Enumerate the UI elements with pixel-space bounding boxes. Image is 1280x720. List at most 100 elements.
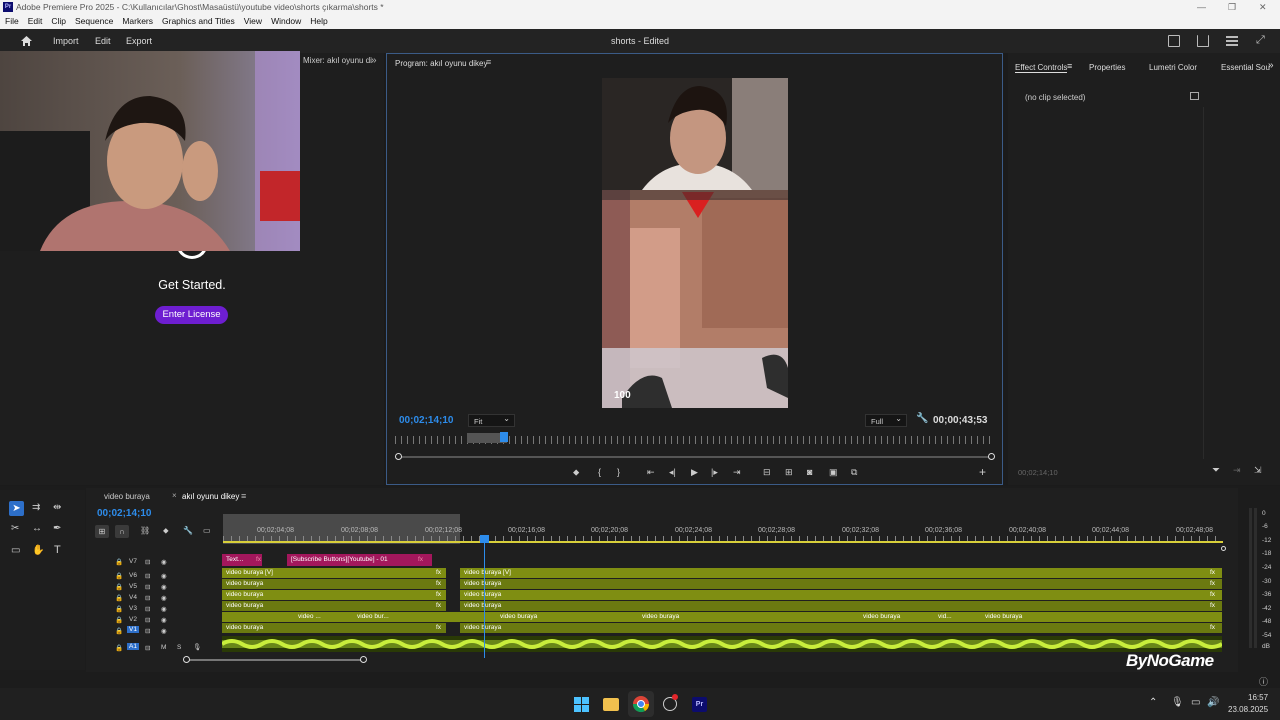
- volume-icon[interactable]: 🔊: [1207, 697, 1219, 708]
- chrome-taskbar-button[interactable]: [628, 691, 654, 717]
- playhead-marker[interactable]: [500, 432, 508, 442]
- lock-icon[interactable]: 🔒: [115, 583, 123, 591]
- scrollbar-handle-left[interactable]: [395, 453, 402, 460]
- clip-v6-left[interactable]: video buraya [V] fx: [222, 568, 446, 578]
- hand-tool-icon[interactable]: ✋: [32, 545, 44, 556]
- lock-icon[interactable]: 🔒: [115, 605, 123, 613]
- premiere-taskbar-icon[interactable]: Pr: [692, 697, 707, 712]
- panel-toggle-icon[interactable]: [1190, 92, 1199, 100]
- settings-wrench-icon[interactable]: 🔧: [183, 526, 193, 535]
- menu-view[interactable]: View: [239, 14, 266, 29]
- play-audio-icon[interactable]: ⇥: [1233, 465, 1241, 476]
- sync-icon[interactable]: ⊟: [145, 605, 150, 613]
- tab-sequence-akil-oyunu[interactable]: akıl oyunu dikey: [182, 492, 239, 501]
- panel-overflow-icon[interactable]: »: [371, 55, 377, 66]
- selection-tool-icon[interactable]: ➤: [9, 501, 24, 516]
- clock-time[interactable]: 16:57: [1248, 693, 1268, 702]
- track-label-v6[interactable]: V6: [129, 572, 137, 579]
- go-to-in-icon[interactable]: ⇤: [647, 467, 655, 478]
- clock-date[interactable]: 23.08.2025: [1228, 705, 1268, 714]
- sync-icon[interactable]: ⊟: [145, 616, 150, 624]
- program-timecode[interactable]: 00;02;14;10: [399, 415, 453, 426]
- comparison-icon[interactable]: ▣: [829, 467, 838, 478]
- pen-tool-icon[interactable]: ✒: [53, 523, 61, 534]
- vertical-scroll-handle[interactable]: [1221, 546, 1226, 551]
- zoom-fit-select[interactable]: Fit ⌄: [468, 414, 515, 427]
- sync-icon[interactable]: ⊟: [145, 572, 150, 580]
- mark-in-icon[interactable]: {: [598, 467, 601, 477]
- close-tab-icon[interactable]: ×: [172, 491, 177, 500]
- lock-icon[interactable]: 🔒: [115, 616, 123, 624]
- clip-v7-subscribe[interactable]: [Subscribe Buttons][Youtube] - 01 fx: [287, 554, 432, 566]
- panel-menu-icon[interactable]: ≡: [241, 491, 246, 501]
- zoom-scrollbar[interactable]: [397, 456, 992, 458]
- rectangle-tool-icon[interactable]: ▭: [11, 545, 20, 556]
- zoom-handle-right[interactable]: [360, 656, 367, 663]
- nest-toggle-icon[interactable]: ⊞: [95, 525, 109, 538]
- quality-select[interactable]: Full ⌄: [865, 414, 907, 427]
- fullscreen-icon[interactable]: ⤢: [1256, 34, 1265, 47]
- step-back-icon[interactable]: ◂|: [669, 467, 676, 478]
- track-label-v5[interactable]: V5: [129, 583, 137, 590]
- clip-v3-right[interactable]: video buraya fx: [460, 601, 1222, 611]
- audio-mixer-tab[interactable]: Mixer: akıl oyunu di: [303, 56, 372, 65]
- menu-graphics[interactable]: Graphics and Titles: [157, 14, 239, 29]
- network-icon[interactable]: ▭: [1191, 697, 1200, 708]
- menu-clip[interactable]: Clip: [46, 14, 70, 29]
- panel-overflow-icon[interactable]: »: [1268, 60, 1274, 71]
- clip-v1-left[interactable]: video buraya fx: [222, 623, 446, 633]
- go-to-out-icon[interactable]: ⇥: [733, 467, 741, 478]
- microphone-tray-icon[interactable]: 🎙: [1171, 697, 1184, 708]
- enter-license-button[interactable]: Enter License: [155, 306, 228, 324]
- scrollbar-handle-right[interactable]: [988, 453, 995, 460]
- mute-icon[interactable]: ⊟: [145, 644, 150, 652]
- sync-icon[interactable]: ⊟: [145, 583, 150, 591]
- menu-markers[interactable]: Markers: [117, 14, 157, 29]
- microphone-icon[interactable]: 🎙: [193, 643, 201, 651]
- lock-icon[interactable]: 🔒: [115, 558, 123, 566]
- file-explorer-icon[interactable]: [603, 698, 619, 711]
- menu-help[interactable]: Help: [305, 14, 331, 29]
- clip-v1-right[interactable]: video buraya fx: [460, 623, 1222, 633]
- captions-icon[interactable]: ▭: [203, 526, 211, 535]
- eye-icon[interactable]: ◉: [161, 605, 167, 613]
- track-label-v3[interactable]: V3: [129, 605, 137, 612]
- track-label-v2[interactable]: V2: [129, 616, 137, 623]
- snap-icon[interactable]: ∩: [115, 525, 129, 538]
- sync-icon[interactable]: ⊟: [145, 594, 150, 602]
- mark-out-icon[interactable]: }: [617, 467, 620, 477]
- vr-icon[interactable]: ⧉: [851, 467, 857, 478]
- panel-menu-icon[interactable]: ≡: [486, 57, 491, 67]
- tab-properties[interactable]: Properties: [1089, 63, 1125, 72]
- mute-m[interactable]: M: [161, 644, 166, 651]
- minimize-icon[interactable]: —: [1197, 0, 1206, 14]
- clip-v6-right[interactable]: video buraya [V] fx: [460, 568, 1222, 578]
- timeline-ruler[interactable]: 00;02;04;08 00;02;08;08 00;02;12;08 00;0…: [223, 518, 1223, 542]
- timeline-zoom-scrollbar[interactable]: [186, 659, 366, 661]
- sync-icon[interactable]: ⊟: [145, 627, 150, 635]
- eye-icon[interactable]: ◉: [161, 572, 167, 580]
- timeline-timecode[interactable]: 00;02;14;10: [97, 508, 151, 519]
- lock-icon[interactable]: 🔒: [115, 627, 123, 635]
- tab-sequence-video-buraya[interactable]: video buraya: [104, 492, 150, 501]
- eye-icon[interactable]: ◉: [161, 616, 167, 624]
- clip-v3-left[interactable]: video buraya fx: [222, 601, 446, 611]
- type-tool-icon[interactable]: T: [54, 544, 61, 556]
- lift-icon[interactable]: ⊟: [763, 467, 771, 478]
- add-marker-icon[interactable]: ⬥: [573, 467, 579, 478]
- add-button-icon[interactable]: +: [979, 465, 986, 479]
- clip-v4-left[interactable]: video buraya fx: [222, 590, 446, 600]
- menu-edit[interactable]: Edit: [23, 14, 47, 29]
- panel-menu-icon[interactable]: ≡: [1067, 61, 1072, 71]
- wrench-icon[interactable]: 🔧: [916, 413, 928, 424]
- razor-tool-icon[interactable]: ✂: [11, 523, 19, 534]
- play-icon[interactable]: ▶: [691, 467, 698, 478]
- export-icon[interactable]: ⇲: [1254, 465, 1262, 476]
- step-forward-icon[interactable]: |▸: [711, 467, 718, 478]
- linked-selection-icon[interactable]: ⛓: [140, 526, 150, 535]
- add-marker-icon[interactable]: ⬥: [163, 526, 169, 536]
- filter-icon[interactable]: ⏷: [1212, 465, 1220, 476]
- menu-lines-icon[interactable]: [1226, 36, 1238, 46]
- track-label-v7[interactable]: V7: [129, 558, 137, 565]
- clip-v5-left[interactable]: video buraya fx: [222, 579, 446, 589]
